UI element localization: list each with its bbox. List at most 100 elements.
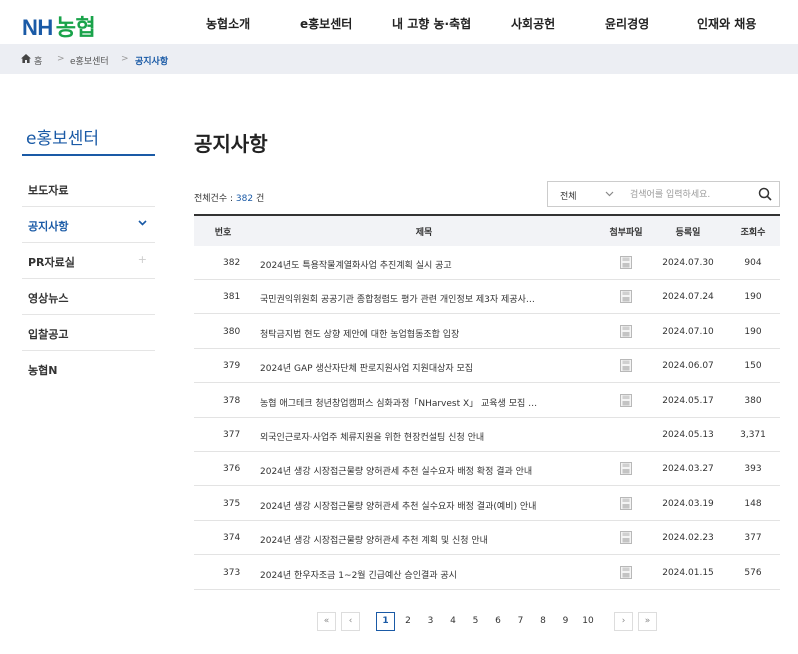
nav-item-pr-center[interactable]: e홍보센터: [300, 15, 352, 32]
page-title: 공지사항: [194, 132, 268, 156]
chevron-down-icon: [605, 191, 614, 197]
search-icon[interactable]: [757, 186, 773, 202]
row-views: 190: [744, 292, 762, 303]
breadcrumb-pr-center[interactable]: e홍보센터: [70, 54, 109, 67]
sidebar-item-bidding[interactable]: 입찰공고: [22, 315, 155, 351]
row-views: 190: [744, 326, 762, 337]
search-category-select[interactable]: 전체: [547, 181, 621, 207]
page-number-button[interactable]: 10: [578, 612, 598, 631]
attachment-file-icon[interactable]: [620, 531, 632, 545]
attachment-file-icon[interactable]: [620, 393, 632, 407]
sidebar-item-label: 입찰공고: [28, 328, 69, 341]
home-icon[interactable]: [21, 54, 31, 63]
attachment-file-icon[interactable]: [620, 324, 632, 338]
table-row[interactable]: 380 청탁금지법 현도 상향 제안에 대한 농업협동조합 입장 2024.07.1…: [194, 315, 780, 349]
table-row[interactable]: 377 외국인근로자·사업주 체류지원을 위한 현장컨설팅 신청 안내 2024.0…: [194, 418, 780, 452]
row-views: 3,371: [740, 430, 766, 440]
sidebar-item-label: PR자료실: [28, 256, 75, 269]
total-count: 전체건수 : 382 건: [194, 191, 264, 204]
row-views: 150: [744, 361, 762, 372]
sidebar-item-video-news[interactable]: 영상뉴스: [22, 279, 155, 315]
search-input[interactable]: [630, 187, 748, 202]
col-header-title: 제목: [415, 228, 433, 238]
global-nav: 농협소개 e홍보센터 내 고향 농·축협 사회공헌 윤리경영 인재와 채용: [0, 0, 798, 44]
page-prev-button[interactable]: ‹: [341, 612, 360, 631]
sidebar-item-label: 농협N: [28, 364, 58, 377]
row-title-link[interactable]: 2024년 생강 시장접근물량 양허관세 추천 실수요자 배정 확정 결과 안내: [260, 464, 570, 477]
row-date: 2024.02.23: [662, 533, 714, 544]
row-title-link[interactable]: 청탁금지법 현도 상향 제안에 대한 농업협동조합 입장: [260, 327, 570, 340]
attachment-file-icon[interactable]: [620, 290, 632, 304]
row-title-link[interactable]: 2024년 생강 시장접근물량 양허관세 추천 실수요자 배정 결과(예비) 안…: [260, 499, 570, 512]
page-next-button[interactable]: ›: [614, 612, 633, 631]
page-number-button[interactable]: 3: [421, 612, 440, 631]
attachment-file-icon[interactable]: [620, 565, 632, 579]
row-date: 2024.05.17: [662, 395, 714, 406]
page-number-button[interactable]: 1: [376, 612, 395, 631]
sidebar-title: e홍보센터: [26, 129, 100, 149]
row-title-link[interactable]: 2024년 GAP 생산자단체 판로지원사업 지원대상자 모집: [260, 361, 570, 374]
table-row[interactable]: 381 국민권익위원회 공공기관 종합청렴도 평가 관련 개인정보 제3자 제공사…: [194, 280, 780, 315]
col-header-date: 등록일: [675, 228, 701, 238]
page-number-button[interactable]: 2: [398, 612, 418, 631]
total-number: 382: [235, 194, 254, 204]
row-title-link[interactable]: 2024년 한우자조금 1~2월 긴급예산 승인결과 공시: [260, 568, 570, 581]
page-first-button[interactable]: «: [317, 612, 336, 631]
sidebar-item-label: 공지사항: [28, 220, 69, 233]
table-row[interactable]: 375 2024년 생강 시장접근물량 양허관세 추천 실수요자 배정 결과(예비…: [194, 487, 780, 521]
page-number-button[interactable]: 7: [511, 612, 530, 631]
row-views: 148: [744, 498, 762, 509]
table-row[interactable]: 382 2024년도 특용작물계열화사업 추진계획 실시 공고 2024.07.30…: [194, 246, 780, 280]
total-unit: 건: [255, 194, 265, 204]
row-title-link[interactable]: 외국인근로자·사업주 체류지원을 위한 현장컨설팅 신청 안내: [260, 430, 570, 443]
row-views: 393: [744, 464, 762, 475]
row-title-link[interactable]: 2024년 생강 시장접근물량 양허관세 추천 계획 및 신청 안내: [260, 533, 570, 546]
row-title-link[interactable]: 농협 애그테크 청년창업캠퍼스 심화과정「NHarvest X」 교육생 모집 …: [260, 396, 570, 409]
page-last-button[interactable]: »: [638, 612, 657, 631]
row-views: 904: [744, 258, 762, 268]
sidebar-item-notice[interactable]: 공지사항: [22, 207, 155, 243]
sidebar-item-pr-library[interactable]: PR자료실 +: [22, 243, 155, 279]
nav-item-ethics[interactable]: 윤리경영: [605, 15, 649, 32]
search-category-value: 전체: [560, 192, 577, 202]
sidebar-item-nonghyup-n[interactable]: 농협N: [22, 351, 155, 387]
row-date: 2024.05.13: [662, 430, 714, 440]
sidebar-item-press[interactable]: 보도자료: [22, 171, 155, 207]
attachment-file-icon[interactable]: [620, 256, 632, 269]
row-views: 377: [744, 533, 762, 544]
row-date: 2024.03.27: [662, 464, 714, 475]
table-row[interactable]: 373 2024년 한우자조금 1~2월 긴급예산 승인결과 공시 2024.01.…: [194, 556, 780, 590]
table-row[interactable]: 379 2024년 GAP 생산자단체 판로지원사업 지원대상자 모집 2024.0…: [194, 349, 780, 384]
page-number-button[interactable]: 8: [533, 612, 553, 631]
nav-item-social[interactable]: 사회공헌: [511, 15, 555, 32]
page-number-button[interactable]: 9: [556, 612, 575, 631]
table-row[interactable]: 376 2024년 생강 시장접근물량 양허관세 추천 실수요자 배정 확정 결과…: [194, 452, 780, 487]
page-number-button[interactable]: 4: [443, 612, 463, 631]
attachment-file-icon[interactable]: [620, 359, 632, 373]
nav-item-careers[interactable]: 인재와 채용: [697, 15, 756, 32]
breadcrumb-separator: >: [121, 54, 129, 64]
page-number-button[interactable]: 5: [466, 612, 485, 631]
attachment-file-icon[interactable]: [620, 496, 632, 510]
chevron-down-icon: [138, 220, 147, 226]
nav-item-local-coop[interactable]: 내 고향 농·축협: [392, 15, 471, 32]
pagination: « ‹ 1 2 3 4 5 6 7 8 9 10 › »: [0, 612, 798, 632]
search-box: [620, 181, 780, 207]
row-date: 2024.06.07: [662, 361, 714, 372]
row-date: 2024.07.10: [662, 326, 714, 337]
row-date: 2024.07.24: [662, 292, 714, 303]
plus-icon: +: [137, 253, 147, 266]
row-views: 380: [744, 395, 762, 406]
nav-item-about[interactable]: 농협소개: [206, 15, 250, 32]
row-title-link[interactable]: 국민권익위원회 공공기관 종합청렴도 평가 관련 개인정보 제3자 제공사…: [260, 292, 570, 305]
total-label: 전체건수 :: [194, 194, 234, 204]
breadcrumb-home[interactable]: 홈: [34, 54, 42, 67]
row-title-link[interactable]: 2024년도 특용작물계열화사업 추진계획 실시 공고: [260, 258, 570, 271]
page-number-button[interactable]: 6: [488, 612, 508, 631]
table-row[interactable]: 374 2024년 생강 시장접근물량 양허관세 추천 계획 및 신청 안내 202…: [194, 521, 780, 556]
attachment-file-icon[interactable]: [620, 462, 632, 476]
site-header: NH 농협 농협소개 e홍보센터 내 고향 농·축협 사회공헌 윤리경영 인재와 …: [0, 0, 798, 44]
col-header-attachment: 첨부파일: [609, 228, 643, 238]
table-row[interactable]: 378 농협 애그테크 청년창업캠퍼스 심화과정「NHarvest X」 교육생 …: [194, 384, 780, 418]
sidebar-item-label: 보도자료: [28, 184, 69, 197]
